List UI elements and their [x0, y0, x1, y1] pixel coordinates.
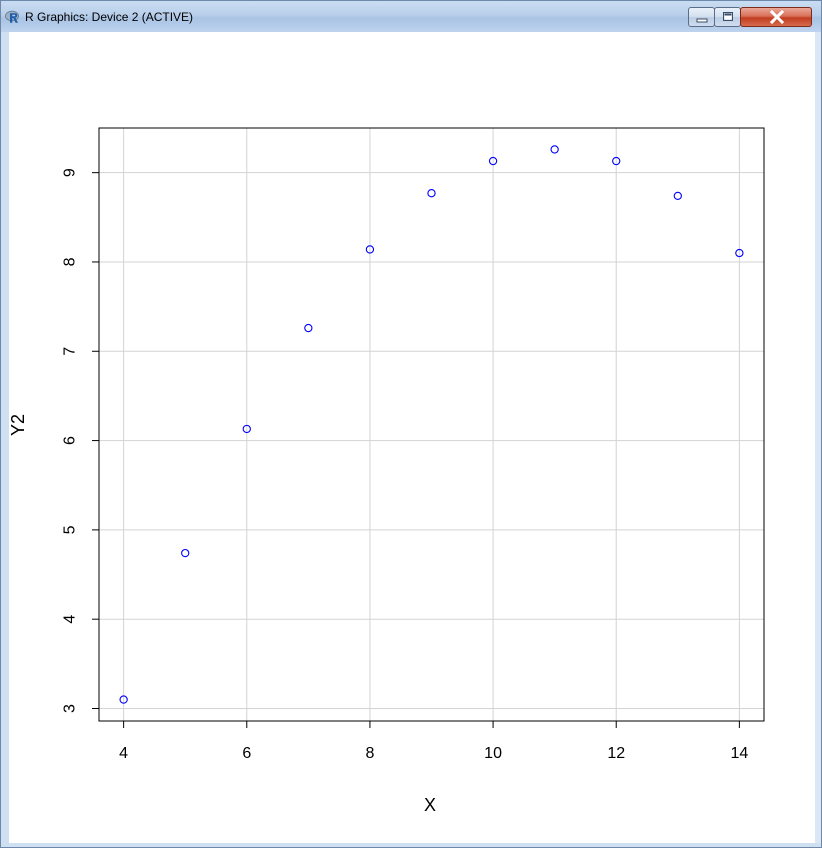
scatter-plot: 4 6 8 10 12 14 3 4 5 6 7 8 9 X Y2: [8, 127, 765, 815]
plot-area: 4 6 8 10 12 14 3 4 5 6 7 8 9 X Y2: [8, 32, 815, 843]
grid-lines: [99, 128, 764, 721]
data-point-0-1: [181, 548, 190, 558]
y-tick-label-4: 7: [62, 347, 79, 356]
x-axis-label: X: [424, 795, 436, 815]
maximize-icon: [723, 12, 733, 21]
plot-frame: [98, 127, 765, 722]
close-button[interactable]: [740, 7, 812, 27]
r-graphics-window: R Graphics: Device 2 (ACTIVE) 4 6 8 10 12 14: [0, 0, 822, 848]
y-tick-label-6: 9: [62, 168, 79, 177]
x-tick-label-1: 6: [242, 745, 251, 762]
r-logo-icon: [5, 10, 19, 23]
y-tick-label-0: 3: [62, 704, 79, 713]
x-tick-label-5: 14: [730, 745, 748, 762]
data-point-0-3: [304, 323, 313, 333]
window-border-right: [815, 32, 821, 843]
data-point-0-7: [550, 145, 559, 154]
window-title: R Graphics: Device 2 (ACTIVE): [25, 10, 194, 24]
close-icon: [769, 9, 785, 25]
y-axis-label: Y2: [9, 414, 28, 436]
y-axis: 3 4 5 6 7 8 9: [62, 168, 99, 713]
window-border-bottom: [1, 843, 821, 847]
x-axis: 4 6 8 10 12 14: [119, 721, 748, 762]
data-point-0-5: [427, 189, 436, 198]
maximize-button[interactable]: [714, 7, 741, 27]
title-bar[interactable]: R Graphics: Device 2 (ACTIVE): [1, 1, 821, 32]
x-tick-label-0: 4: [119, 745, 128, 762]
y-tick-label-1: 4: [62, 615, 79, 624]
x-tick-label-3: 10: [484, 745, 502, 762]
x-tick-label-2: 8: [365, 745, 374, 762]
y-tick-label-2: 5: [62, 525, 79, 534]
minimize-icon: [696, 18, 708, 23]
y-tick-label-5: 8: [62, 257, 79, 266]
minimize-button[interactable]: [688, 7, 715, 27]
y-tick-label-3: 6: [62, 436, 79, 445]
data-point-0-9: [673, 191, 682, 201]
x-tick-label-4: 12: [607, 745, 625, 762]
